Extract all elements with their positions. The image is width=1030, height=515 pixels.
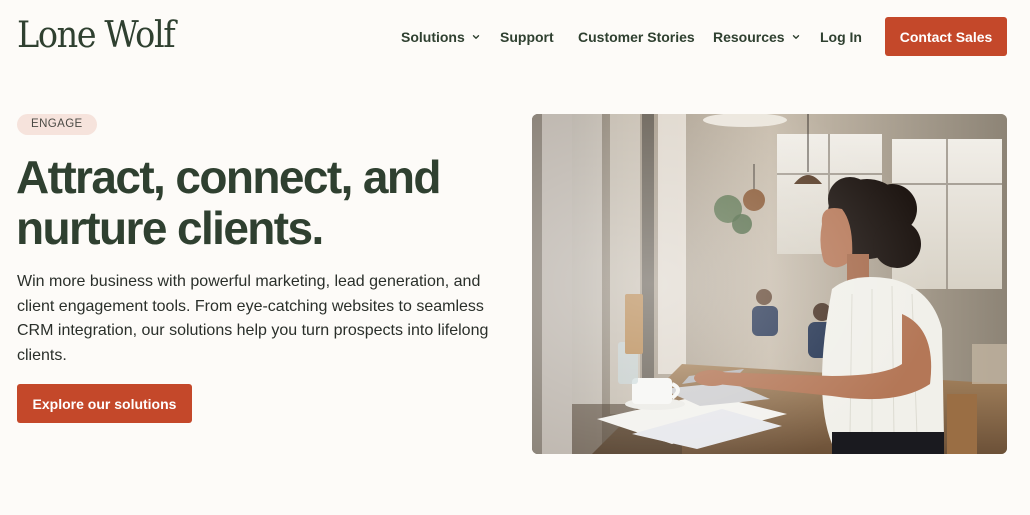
nav-item-log-in[interactable]: Log In [820,26,862,48]
contact-sales-button[interactable]: Contact Sales [885,17,1007,56]
nav-item-label: Resources [713,29,785,45]
site-header: Lone Wolf Solutions Support Customer Sto… [0,0,1030,72]
category-badge: ENGAGE [17,114,97,135]
nav-item-resources[interactable]: Resources [713,26,801,48]
hero-photo-illustration [532,114,1007,454]
hero-photo [532,114,1007,454]
chevron-down-icon [471,32,481,42]
nav-item-customer-stories[interactable]: Customer Stories [578,26,695,48]
main-nav: Solutions Support Customer Stories Resou… [0,26,1030,48]
nav-item-solutions[interactable]: Solutions [401,26,481,48]
hero-headline: Attract, connect, and nurture clients. [16,151,442,254]
nav-item-support[interactable]: Support [500,26,554,48]
nav-item-label: Support [500,29,554,45]
nav-item-label: Customer Stories [578,29,695,45]
hero-description: Win more business with powerful marketin… [17,273,489,364]
nav-item-label: Log In [820,29,862,45]
nav-item-label: Solutions [401,29,465,45]
explore-solutions-button[interactable]: Explore our solutions [17,384,192,423]
chevron-down-icon [791,32,801,42]
badge-label: ENGAGE [31,118,83,130]
